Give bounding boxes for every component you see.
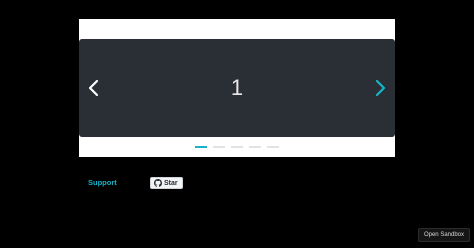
pagination-dot-1[interactable] [195, 146, 207, 148]
github-star-button[interactable]: Star [150, 177, 183, 189]
prev-arrow-button[interactable] [83, 77, 105, 99]
carousel: 1 [79, 19, 395, 157]
page: 1 Support Star Open Sandbox [0, 0, 474, 248]
support-link[interactable]: Support [88, 178, 117, 187]
pagination-dot-5[interactable] [267, 146, 279, 148]
slide-number: 1 [230, 75, 244, 100]
carousel-pagination [195, 146, 279, 149]
pagination-dot-4[interactable] [249, 146, 261, 148]
next-arrow-button[interactable] [369, 77, 391, 99]
pagination-dot-3[interactable] [231, 146, 243, 148]
open-sandbox-button[interactable]: Open Sandbox [417, 228, 470, 242]
chevron-right-icon [375, 79, 386, 97]
carousel-slide: 1 [79, 39, 395, 137]
github-icon [154, 179, 162, 187]
star-label: Star [164, 179, 178, 187]
pagination-dot-2[interactable] [213, 146, 225, 148]
chevron-left-icon [88, 79, 99, 97]
